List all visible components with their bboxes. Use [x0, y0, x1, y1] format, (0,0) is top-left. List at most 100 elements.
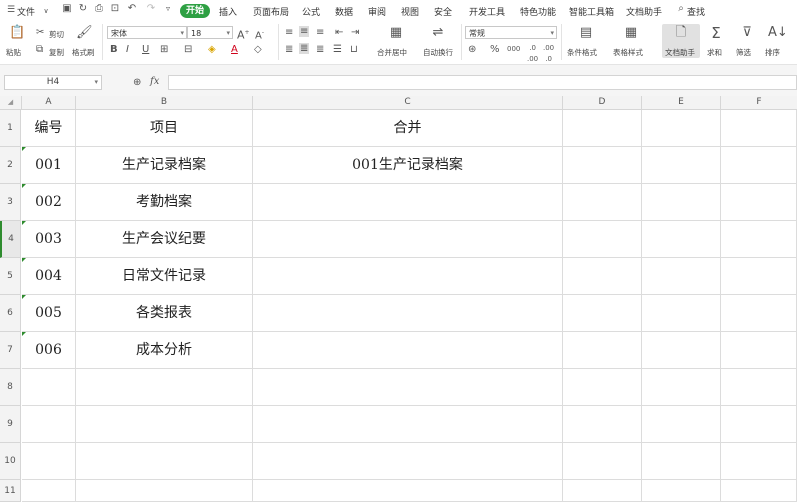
column-header-b[interactable]: B: [76, 96, 253, 109]
cell-f6[interactable]: [721, 295, 797, 332]
scissors-icon[interactable]: ✂: [36, 27, 44, 38]
cell-d1[interactable]: [563, 110, 642, 147]
cell-c9[interactable]: [253, 406, 563, 443]
increase-decimal-icon[interactable]: .0.00: [527, 43, 538, 65]
align-right-icon[interactable]: ≣: [316, 44, 324, 55]
sort-icon[interactable]: A↓: [768, 26, 788, 40]
indent-decrease-icon[interactable]: ⇤: [335, 27, 343, 38]
cell-a9[interactable]: [22, 406, 76, 443]
table-style-icon[interactable]: ▦: [623, 26, 639, 40]
cell-a5[interactable]: 004: [22, 258, 76, 295]
cell-f1[interactable]: [721, 110, 797, 147]
align-left-icon[interactable]: ≣: [285, 44, 293, 55]
cell-d2[interactable]: [563, 147, 642, 184]
conditional-format-button[interactable]: 条件格式: [567, 47, 597, 58]
cell-e10[interactable]: [642, 443, 721, 480]
cell-f10[interactable]: [721, 443, 797, 480]
row-header-10[interactable]: 10: [0, 443, 21, 480]
cell-d10[interactable]: [563, 443, 642, 480]
select-all-corner[interactable]: ◢: [0, 96, 22, 109]
format-painter-button[interactable]: 格式刷: [72, 47, 95, 58]
cell-e2[interactable]: [642, 147, 721, 184]
format-painter-icon[interactable]: 🖌: [76, 26, 93, 40]
align-center-icon[interactable]: ≣: [299, 43, 310, 54]
cell-c1[interactable]: 合并: [253, 110, 563, 147]
row-header-1[interactable]: 1: [0, 110, 21, 147]
customize-icon[interactable]: ▿: [163, 4, 173, 14]
cell-a11[interactable]: [22, 480, 76, 502]
bold-icon[interactable]: B: [110, 44, 118, 55]
cell-c8[interactable]: [253, 369, 563, 406]
copy-icon[interactable]: ⧉: [36, 44, 43, 55]
row-header-3[interactable]: 3: [0, 184, 21, 221]
cell-f2[interactable]: [721, 147, 797, 184]
print-icon[interactable]: ⎙: [94, 4, 104, 14]
cell-b9[interactable]: [76, 406, 253, 443]
tab-developer[interactable]: 开发工具: [469, 5, 505, 18]
cell-a4[interactable]: 003: [22, 221, 76, 258]
cell-e5[interactable]: [642, 258, 721, 295]
chevron-down-icon[interactable]: ∨: [41, 6, 51, 16]
tab-special-features[interactable]: 特色功能: [520, 5, 556, 18]
cell-c2[interactable]: 001生产记录档案: [253, 147, 563, 184]
search-button[interactable]: 查找: [687, 5, 705, 18]
file-menu[interactable]: 文件: [17, 5, 35, 18]
italic-icon[interactable]: I: [126, 44, 129, 55]
cell-e11[interactable]: [642, 480, 721, 502]
merge-center-icon[interactable]: ▦: [388, 26, 404, 40]
column-header-f[interactable]: F: [721, 96, 797, 109]
align-bottom-icon[interactable]: ≡: [316, 27, 324, 38]
document-icon[interactable]: 🗋: [673, 26, 689, 40]
cell-b1[interactable]: 项目: [76, 110, 253, 147]
tab-view[interactable]: 视图: [401, 5, 419, 18]
column-header-e[interactable]: E: [642, 96, 721, 109]
cell-a7[interactable]: 006: [22, 332, 76, 369]
currency-icon[interactable]: ⊛: [468, 44, 476, 55]
cell-f4[interactable]: [721, 221, 797, 258]
column-header-a[interactable]: A: [22, 96, 76, 109]
cell-d3[interactable]: [563, 184, 642, 221]
cell-e4[interactable]: [642, 221, 721, 258]
row-header-2[interactable]: 2: [0, 147, 21, 184]
cell-d7[interactable]: [563, 332, 642, 369]
cell-c3[interactable]: [253, 184, 563, 221]
hamburger-icon[interactable]: ☰: [6, 5, 16, 15]
row-header-5[interactable]: 5: [0, 258, 21, 295]
cell-b4[interactable]: 生产会议纪要: [76, 221, 253, 258]
cell-e3[interactable]: [642, 184, 721, 221]
cell-a1[interactable]: 编号: [22, 110, 76, 147]
tab-start[interactable]: 开始: [180, 4, 210, 18]
row-header-9[interactable]: 9: [0, 406, 21, 443]
undo-history-icon[interactable]: ↻: [78, 4, 88, 14]
increase-font-icon[interactable]: A+: [237, 27, 250, 41]
indent-increase-icon[interactable]: ⇥: [351, 27, 359, 38]
column-header-d[interactable]: D: [563, 96, 642, 109]
cell-c11[interactable]: [253, 480, 563, 502]
wrap-text-icon[interactable]: ⇌: [430, 26, 446, 40]
tab-data[interactable]: 数据: [335, 5, 353, 18]
number-format-select[interactable]: 常规 ▾: [465, 26, 557, 39]
cell-f11[interactable]: [721, 480, 797, 502]
decrease-decimal-icon[interactable]: .00.0: [543, 43, 554, 65]
row-header-6[interactable]: 6: [0, 295, 21, 332]
cell-a10[interactable]: [22, 443, 76, 480]
cell-a8[interactable]: [22, 369, 76, 406]
fx-button[interactable]: fx: [150, 76, 159, 87]
underline-icon[interactable]: U: [142, 44, 149, 55]
thousands-icon[interactable]: 000: [507, 44, 520, 55]
doc-helper-label[interactable]: 文档助手: [665, 47, 695, 58]
decrease-font-icon[interactable]: A-: [255, 27, 264, 41]
print-preview-icon[interactable]: ⊡: [110, 4, 120, 14]
cell-c7[interactable]: [253, 332, 563, 369]
cell-d11[interactable]: [563, 480, 642, 502]
wrap-text-button[interactable]: 自动换行: [423, 47, 453, 58]
cell-c5[interactable]: [253, 258, 563, 295]
cell-b2[interactable]: 生产记录档案: [76, 147, 253, 184]
paste-button[interactable]: 粘贴: [6, 47, 21, 58]
tab-page-layout[interactable]: 页面布局: [253, 5, 289, 18]
filter-icon[interactable]: ⊽: [739, 26, 755, 40]
cell-b11[interactable]: [76, 480, 253, 502]
cell-f8[interactable]: [721, 369, 797, 406]
clear-format-icon[interactable]: ◇: [254, 44, 262, 55]
distributed-icon[interactable]: ⊔: [350, 44, 358, 55]
